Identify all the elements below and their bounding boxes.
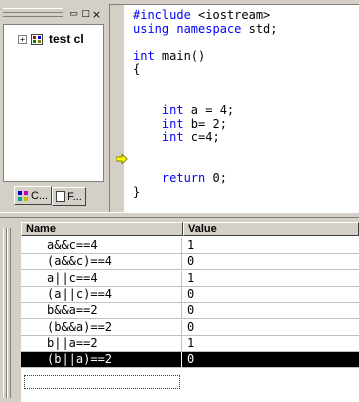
watch-grid: Name Value a&&c==4 1 (a&&c)==4 0 a||c==4 1 (a|… [21, 222, 359, 402]
code-text: std; [248, 21, 278, 36]
panel-tabs: C... F... [14, 186, 86, 206]
watch-value: 0 [187, 352, 195, 367]
watch-value: 1 [187, 238, 195, 252]
code-keyword: int [133, 116, 191, 131]
code-text: main() [161, 48, 206, 63]
current-line-arrow-icon [116, 154, 128, 164]
watch-gripper[interactable] [3, 220, 13, 400]
watch-value: 0 [187, 254, 195, 269]
code-keyword: return [133, 171, 213, 186]
code-editor[interactable]: #include <iostream> using namespace std; i… [109, 4, 359, 213]
workspace-icon [31, 33, 45, 46]
code-keyword: int [133, 130, 191, 145]
class-view-panel: ▭ □ × + test cl ◀ ▶ [0, 0, 107, 210]
code-keyword: using namespace [133, 21, 249, 36]
code-line: #include <iostream> [133, 8, 271, 23]
expand-icon[interactable]: + [18, 34, 27, 44]
watch-expression[interactable]: a||c==4 [21, 270, 182, 287]
maximize-icon[interactable]: □ [80, 9, 91, 20]
watch-expression[interactable]: (b||a)==2 [21, 352, 182, 369]
watch-row[interactable]: (a&&c)==4 0 [21, 254, 359, 271]
watch-expression[interactable]: (a||c)==4 [21, 286, 182, 303]
watch-row[interactable]: b||a==2 1 [21, 335, 359, 352]
code-text: b= 2; [190, 116, 227, 131]
code-keyword: int [133, 48, 162, 63]
code-text: 0; [212, 171, 227, 186]
watch-expression[interactable]: b||a==2 [21, 335, 182, 352]
watch-value: 0 [187, 286, 195, 301]
tree-item-label: test cl [49, 32, 84, 46]
watch-row[interactable]: b&&a==2 0 [21, 303, 359, 320]
minimize-icon[interactable]: ▭ [68, 9, 79, 20]
watch-row[interactable]: a&&c==4 1 [21, 238, 359, 254]
tab-fileview-label: F... [67, 190, 82, 203]
classview-icon [18, 190, 29, 201]
code-line: return 0; [133, 171, 227, 186]
tab-classview[interactable]: C... [14, 186, 53, 205]
watch-expression[interactable]: a&&c==4 [21, 238, 182, 254]
watch-row[interactable]: a||c==4 1 [21, 270, 359, 287]
fileview-icon [56, 191, 66, 202]
code-text: } [133, 184, 141, 199]
code-line: int c=4; [133, 131, 220, 145]
watch-row[interactable]: (b||a)==2 0 [21, 352, 359, 369]
watch-row[interactable]: (b&&a)==2 0 [21, 319, 359, 336]
watch-value: 1 [187, 335, 195, 350]
watch-value: 0 [187, 303, 195, 318]
column-header-value[interactable]: Value [183, 222, 359, 236]
code-line: } [133, 184, 141, 200]
watch-header: Name Value [21, 222, 359, 236]
tree-item-class[interactable]: + test cl [18, 32, 84, 46]
tab-fileview[interactable]: F... [52, 187, 86, 206]
code-line: int main() [133, 48, 206, 64]
pane-splitter[interactable] [0, 212, 359, 218]
class-tree: + test cl ◀ ▶ [3, 24, 104, 182]
close-icon[interactable]: × [91, 9, 102, 20]
watch-expression[interactable]: b&&a==2 [21, 303, 182, 320]
code-line: using namespace std; [133, 21, 278, 37]
tab-classview-label: C... [31, 189, 49, 202]
code-keyword: #include [133, 8, 199, 22]
watch-row[interactable]: (a||c)==4 0 [21, 286, 359, 303]
editor-gutter [110, 5, 124, 213]
code-line: int a = 4; [133, 103, 235, 118]
code-line: { [133, 63, 140, 77]
code-text: <iostream> [198, 8, 271, 22]
code-text: { [133, 62, 141, 77]
watch-expression[interactable]: (b&&a)==2 [21, 319, 182, 336]
code-line: int b= 2; [133, 116, 227, 132]
code-text: c=4; [190, 130, 220, 145]
code-text: a = 4; [190, 103, 235, 118]
watch-value: 1 [187, 270, 195, 285]
code-keyword: int [133, 103, 191, 118]
watch-expression[interactable]: (a&&c)==4 [21, 254, 182, 271]
watch-value: 0 [187, 319, 195, 334]
column-header-name[interactable]: Name [21, 222, 183, 236]
panel-gripper[interactable] [3, 8, 63, 17]
new-watch-entry[interactable] [24, 375, 180, 389]
